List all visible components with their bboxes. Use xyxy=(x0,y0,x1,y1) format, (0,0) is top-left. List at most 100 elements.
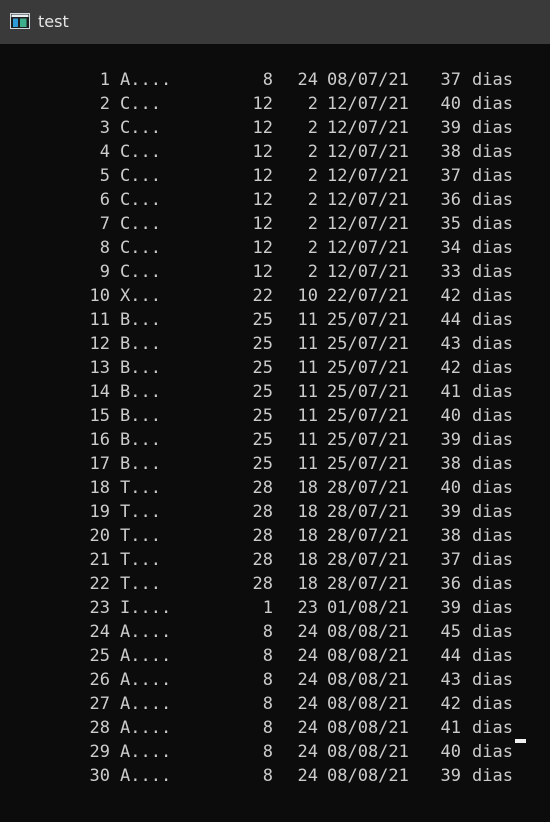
row-value-b: 11 xyxy=(297,454,318,474)
row-days: 39 xyxy=(440,502,461,522)
row-value-b: 24 xyxy=(297,622,318,642)
row-name: T... xyxy=(120,574,161,594)
console-output[interactable]: 1 A.... 8 24 08/07/21 37 dias 2 C... 12 2 12/07/21 4… xyxy=(0,44,550,822)
row-date: 28/07/21 xyxy=(327,478,409,498)
row-days: 40 xyxy=(440,406,461,426)
row-days: 38 xyxy=(440,142,461,162)
row-unit: dias xyxy=(472,718,513,738)
row-value-b: 11 xyxy=(297,406,318,426)
row-unit: dias xyxy=(472,622,513,642)
row-value-a: 28 xyxy=(252,550,273,570)
row-number: 23 xyxy=(89,598,110,618)
row-value-b: 24 xyxy=(297,766,318,786)
row-number: 17 xyxy=(89,454,110,474)
row-days: 40 xyxy=(440,478,461,498)
row-value-a: 25 xyxy=(252,334,273,354)
row-value-b: 2 xyxy=(307,166,318,186)
row-number: 1 xyxy=(99,70,110,90)
row-value-b: 2 xyxy=(307,190,318,210)
row-date: 08/08/21 xyxy=(327,718,409,738)
row-unit: dias xyxy=(472,430,513,450)
row-value-b: 11 xyxy=(297,334,318,354)
row-value-a: 22 xyxy=(252,286,273,306)
row-days: 43 xyxy=(440,670,461,690)
console-line: 11 B... 25 11 25/07/21 44 dias xyxy=(0,308,550,332)
row-unit: dias xyxy=(472,526,513,546)
row-unit: dias xyxy=(472,454,513,474)
row-date: 08/07/21 xyxy=(327,70,409,90)
row-days: 39 xyxy=(440,598,461,618)
row-number: 21 xyxy=(89,550,110,570)
row-number: 26 xyxy=(89,670,110,690)
row-days: 41 xyxy=(440,718,461,738)
row-number: 30 xyxy=(89,766,110,786)
row-date: 12/07/21 xyxy=(327,142,409,162)
row-unit: dias xyxy=(472,382,513,402)
row-number: 29 xyxy=(89,742,110,762)
row-unit: dias xyxy=(472,94,513,114)
console-line: 24 A.... 8 24 08/08/21 45 dias xyxy=(0,620,550,644)
text-cursor xyxy=(515,739,526,743)
console-line: 20 T... 28 18 28/07/21 38 dias xyxy=(0,524,550,548)
row-value-a: 12 xyxy=(252,142,273,162)
row-value-a: 12 xyxy=(252,94,273,114)
row-value-a: 28 xyxy=(252,526,273,546)
row-number: 11 xyxy=(89,310,110,330)
row-date: 25/07/21 xyxy=(327,334,409,354)
row-days: 42 xyxy=(440,286,461,306)
row-name: A.... xyxy=(120,694,172,714)
row-value-a: 25 xyxy=(252,430,273,450)
row-number: 24 xyxy=(89,622,110,642)
row-value-a: 12 xyxy=(252,118,273,138)
row-date: 08/08/21 xyxy=(327,742,409,762)
row-name: A.... xyxy=(120,718,172,738)
row-unit: dias xyxy=(472,166,513,186)
title-bar[interactable]: test xyxy=(0,0,550,44)
row-number: 4 xyxy=(99,142,110,162)
row-value-b: 11 xyxy=(297,430,318,450)
row-unit: dias xyxy=(472,238,513,258)
row-unit: dias xyxy=(472,406,513,426)
row-days: 37 xyxy=(440,70,461,90)
row-name: A.... xyxy=(120,670,172,690)
console-line: 16 B... 25 11 25/07/21 39 dias xyxy=(0,428,550,452)
row-date: 12/07/21 xyxy=(327,214,409,234)
console-line: 8 C... 12 2 12/07/21 34 dias xyxy=(0,236,550,260)
row-date: 12/07/21 xyxy=(327,262,409,282)
row-value-a: 8 xyxy=(262,742,273,762)
row-value-a: 25 xyxy=(252,358,273,378)
row-date: 25/07/21 xyxy=(327,358,409,378)
row-date: 01/08/21 xyxy=(327,598,409,618)
row-value-b: 24 xyxy=(297,742,318,762)
console-line: 23 I.... 1 23 01/08/21 39 dias xyxy=(0,596,550,620)
row-value-b: 18 xyxy=(297,502,318,522)
console-line: 1 A.... 8 24 08/07/21 37 dias xyxy=(0,68,550,92)
console-line: 6 C... 12 2 12/07/21 36 dias xyxy=(0,188,550,212)
row-unit: dias xyxy=(472,694,513,714)
row-date: 08/08/21 xyxy=(327,766,409,786)
console-line: 7 C... 12 2 12/07/21 35 dias xyxy=(0,212,550,236)
row-value-b: 2 xyxy=(307,214,318,234)
row-days: 39 xyxy=(440,118,461,138)
row-name: B... xyxy=(120,406,161,426)
row-name: I.... xyxy=(120,598,172,618)
row-value-a: 12 xyxy=(252,262,273,282)
row-days: 44 xyxy=(440,310,461,330)
row-days: 40 xyxy=(440,742,461,762)
console-line: 14 B... 25 11 25/07/21 41 dias xyxy=(0,380,550,404)
row-days: 42 xyxy=(440,694,461,714)
row-days: 37 xyxy=(440,166,461,186)
row-number: 12 xyxy=(89,334,110,354)
row-unit: dias xyxy=(472,214,513,234)
row-name: T... xyxy=(120,550,161,570)
row-value-a: 8 xyxy=(262,694,273,714)
row-value-b: 2 xyxy=(307,118,318,138)
row-unit: dias xyxy=(472,502,513,522)
row-value-b: 11 xyxy=(297,358,318,378)
row-days: 39 xyxy=(440,430,461,450)
row-unit: dias xyxy=(472,550,513,570)
row-days: 45 xyxy=(440,622,461,642)
row-number: 13 xyxy=(89,358,110,378)
row-number: 27 xyxy=(89,694,110,714)
row-value-b: 11 xyxy=(297,310,318,330)
